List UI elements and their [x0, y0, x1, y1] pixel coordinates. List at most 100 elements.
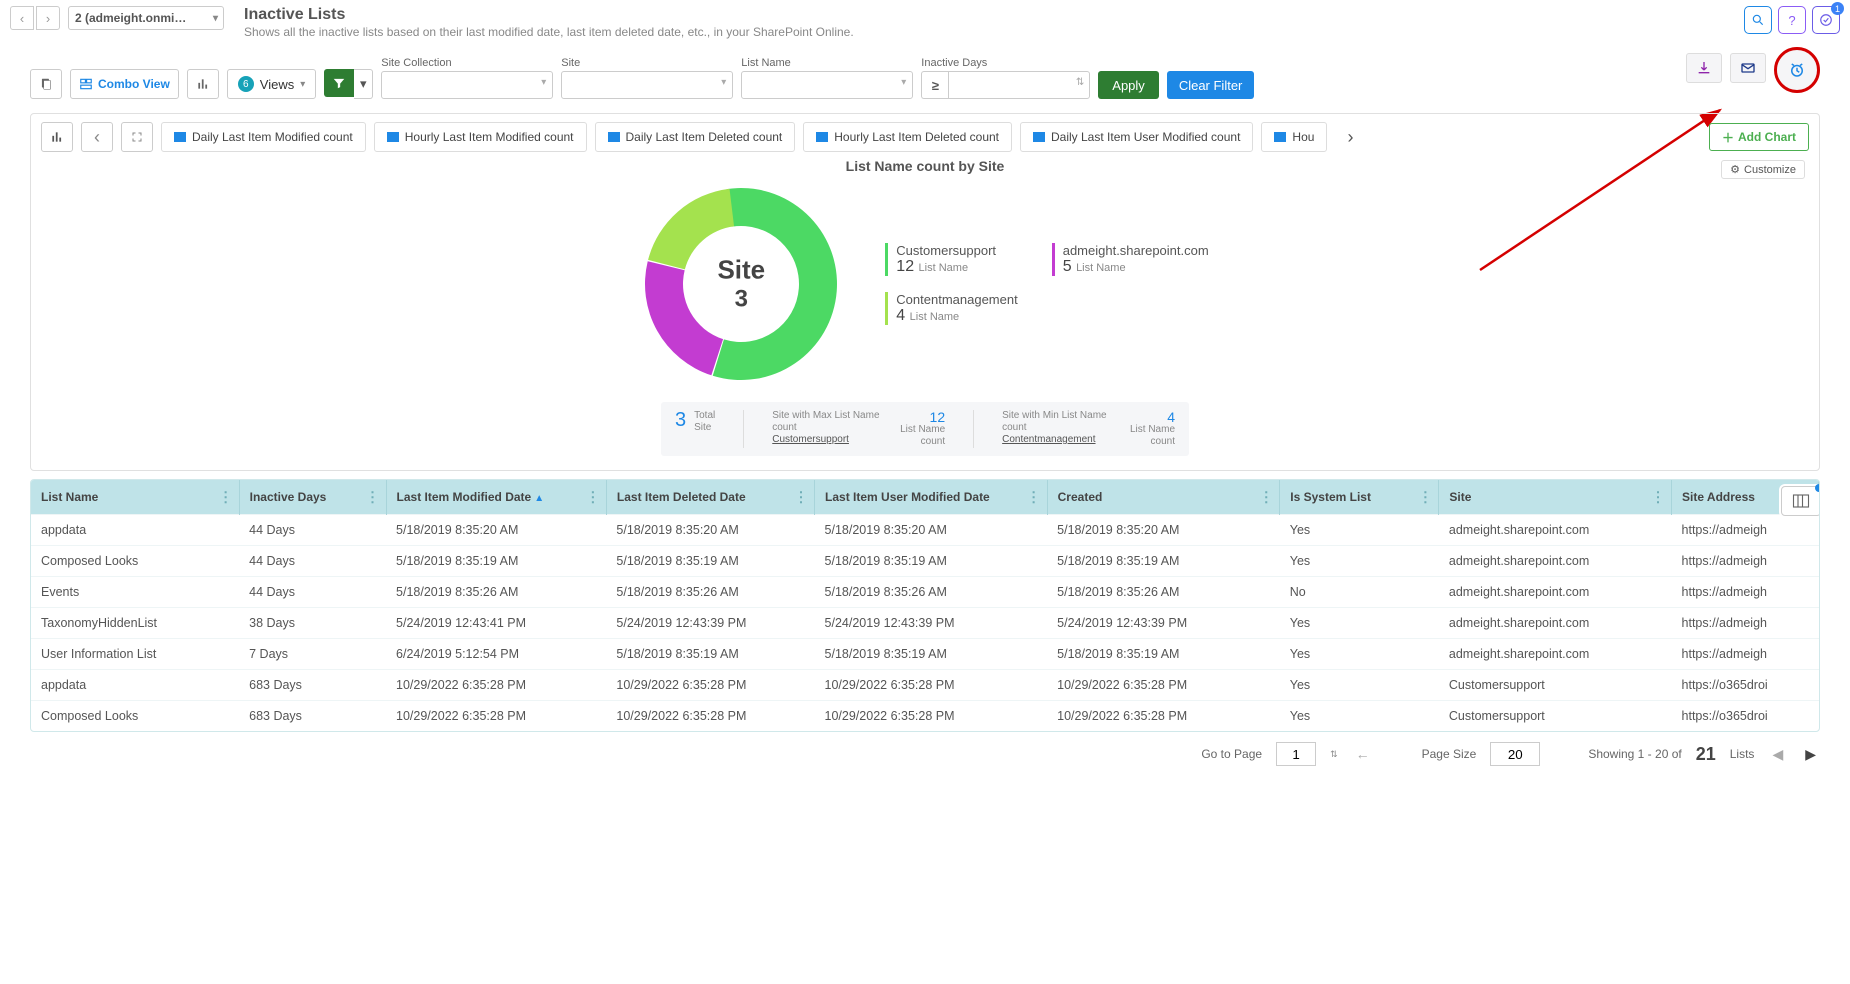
expand-icon[interactable] [121, 122, 153, 152]
add-chart-button[interactable]: ＋ Add Chart [1709, 123, 1809, 151]
goto-page-label: Go to Page [1201, 747, 1262, 761]
list-name-select[interactable] [741, 71, 913, 99]
table-cell: 5/18/2019 8:35:26 AM [606, 577, 814, 608]
table-cell: 10/29/2022 6:35:28 PM [1047, 670, 1280, 701]
chart-tab[interactable]: Hou [1261, 122, 1327, 152]
nav-forward-button[interactable]: › [36, 6, 60, 30]
column-header[interactable]: Last Item User Modified Date⋮ [815, 480, 1048, 515]
table-cell: User Information List [31, 639, 239, 670]
table-row[interactable]: appdata683 Days10/29/2022 6:35:28 PM10/2… [31, 670, 1819, 701]
table-cell: 5/24/2019 12:43:39 PM [606, 608, 814, 639]
tasks-icon[interactable]: 1 [1812, 6, 1840, 34]
list-name-label: List Name [741, 57, 913, 69]
page-prev[interactable]: ◀ [1768, 746, 1787, 763]
chart-tab[interactable]: Hourly Last Item Modified count [374, 122, 587, 152]
table-cell: 10/29/2022 6:35:28 PM [815, 701, 1048, 732]
inactive-days-input[interactable] [948, 71, 1090, 99]
table-cell: 5/18/2019 8:35:19 AM [606, 639, 814, 670]
page-title: Inactive Lists [244, 6, 854, 24]
table-cell: 5/18/2019 8:35:19 AM [606, 546, 814, 577]
bar-chart-icon[interactable] [187, 69, 219, 99]
table-cell: 5/18/2019 8:35:19 AM [1047, 546, 1280, 577]
table-row[interactable]: Composed Looks44 Days5/18/2019 8:35:19 A… [31, 546, 1819, 577]
donut-center-value: 3 [717, 286, 765, 314]
page-size-input[interactable] [1490, 742, 1540, 766]
goto-page-input[interactable] [1276, 742, 1316, 766]
legend-item: Customersupport12 List Name [885, 243, 1017, 276]
column-header[interactable]: Last Item Modified Date▲⋮ [386, 480, 606, 515]
combo-view-button[interactable]: Combo View [70, 69, 179, 99]
search-icon[interactable] [1744, 6, 1772, 34]
gear-icon: ⚙ [1730, 163, 1740, 176]
table-cell: Yes [1280, 546, 1439, 577]
tabs-scroll-right[interactable]: › [1335, 123, 1365, 151]
summary-max-value: 12 [888, 410, 946, 424]
views-count-badge: 6 [238, 76, 254, 92]
chart-tab-icon [174, 132, 186, 142]
column-header[interactable]: Is System List⋮ [1280, 480, 1439, 515]
table-cell: Customersupport [1439, 701, 1672, 732]
table-row[interactable]: Composed Looks683 Days10/29/2022 6:35:28… [31, 701, 1819, 732]
table-row[interactable]: Events44 Days5/18/2019 8:35:26 AM5/18/20… [31, 577, 1819, 608]
email-icon[interactable] [1730, 53, 1766, 83]
column-menu-icon[interactable]: ⋮ [1418, 494, 1432, 501]
table-cell: admeight.sharepoint.com [1439, 577, 1672, 608]
alarm-icon[interactable] [1774, 47, 1820, 93]
column-menu-icon[interactable]: ⋮ [794, 494, 808, 501]
copy-icon[interactable] [30, 69, 62, 99]
table-cell: Yes [1280, 515, 1439, 546]
filter-dropdown[interactable]: ▾ [354, 69, 373, 99]
table-cell: 5/18/2019 8:35:26 AM [815, 577, 1048, 608]
goto-page-go[interactable]: ← [1352, 746, 1374, 762]
column-header[interactable]: Inactive Days⋮ [239, 480, 386, 515]
chart-tab[interactable]: Daily Last Item User Modified count [1020, 122, 1253, 152]
column-chooser-button[interactable] [1781, 486, 1820, 516]
inactive-days-operator[interactable]: ≥ [921, 71, 948, 99]
column-menu-icon[interactable]: ⋮ [1027, 494, 1041, 501]
table-row[interactable]: appdata44 Days5/18/2019 8:35:20 AM5/18/2… [31, 515, 1819, 546]
showing-total: 21 [1696, 744, 1716, 765]
tabs-scroll-left[interactable]: ‹ [81, 122, 113, 152]
column-menu-icon[interactable]: ⋮ [1259, 494, 1273, 501]
table-cell: Yes [1280, 701, 1439, 732]
column-header[interactable]: Last Item Deleted Date⋮ [606, 480, 814, 515]
chart-tab[interactable]: Daily Last Item Deleted count [595, 122, 796, 152]
table-cell: 5/18/2019 8:35:19 AM [386, 546, 606, 577]
table-cell: https://admeigh [1672, 639, 1819, 670]
table-cell: Events [31, 577, 239, 608]
column-header[interactable]: List Name⋮ [31, 480, 239, 515]
legend-item: Contentmanagement4 List Name [885, 292, 1017, 325]
filter-button[interactable] [324, 69, 354, 97]
chart-tab[interactable]: Daily Last Item Modified count [161, 122, 366, 152]
tenant-selector[interactable]: 2 (admeight.onmi… [68, 6, 224, 30]
chart-tab[interactable]: Hourly Last Item Deleted count [803, 122, 1012, 152]
table-cell: 5/18/2019 8:35:20 AM [606, 515, 814, 546]
tasks-badge: 1 [1831, 2, 1844, 15]
column-menu-icon[interactable]: ⋮ [586, 494, 600, 501]
customize-button[interactable]: ⚙ Customize [1721, 160, 1805, 179]
summary-min-label: Site with Min List Name count [1002, 410, 1108, 434]
column-menu-icon[interactable]: ⋮ [219, 494, 233, 501]
chart-bar-icon[interactable] [41, 122, 73, 152]
chart-tab-icon [1274, 132, 1286, 142]
column-header[interactable]: Created⋮ [1047, 480, 1280, 515]
help-icon[interactable]: ? [1778, 6, 1806, 34]
table-row[interactable]: TaxonomyHiddenList38 Days5/24/2019 12:43… [31, 608, 1819, 639]
nav-back-button[interactable]: ‹ [10, 6, 34, 30]
table-cell: 5/18/2019 8:35:20 AM [1047, 515, 1280, 546]
clear-filter-button[interactable]: Clear Filter [1167, 71, 1255, 99]
download-icon[interactable] [1686, 53, 1722, 83]
site-collection-select[interactable] [381, 71, 553, 99]
views-dropdown[interactable]: 6 Views ▾ [227, 69, 316, 99]
table-cell: Yes [1280, 670, 1439, 701]
page-next[interactable]: ▶ [1801, 746, 1820, 763]
legend-item: admeight.sharepoint.com5 List Name [1052, 243, 1209, 276]
apply-button[interactable]: Apply [1098, 71, 1159, 99]
table-row[interactable]: User Information List7 Days6/24/2019 5:1… [31, 639, 1819, 670]
column-menu-icon[interactable]: ⋮ [366, 494, 380, 501]
column-menu-icon[interactable]: ⋮ [1651, 494, 1665, 501]
site-select[interactable] [561, 71, 733, 99]
column-header[interactable]: Site⋮ [1439, 480, 1672, 515]
table-cell: 5/18/2019 8:35:20 AM [386, 515, 606, 546]
table-cell: 10/29/2022 6:35:28 PM [386, 701, 606, 732]
